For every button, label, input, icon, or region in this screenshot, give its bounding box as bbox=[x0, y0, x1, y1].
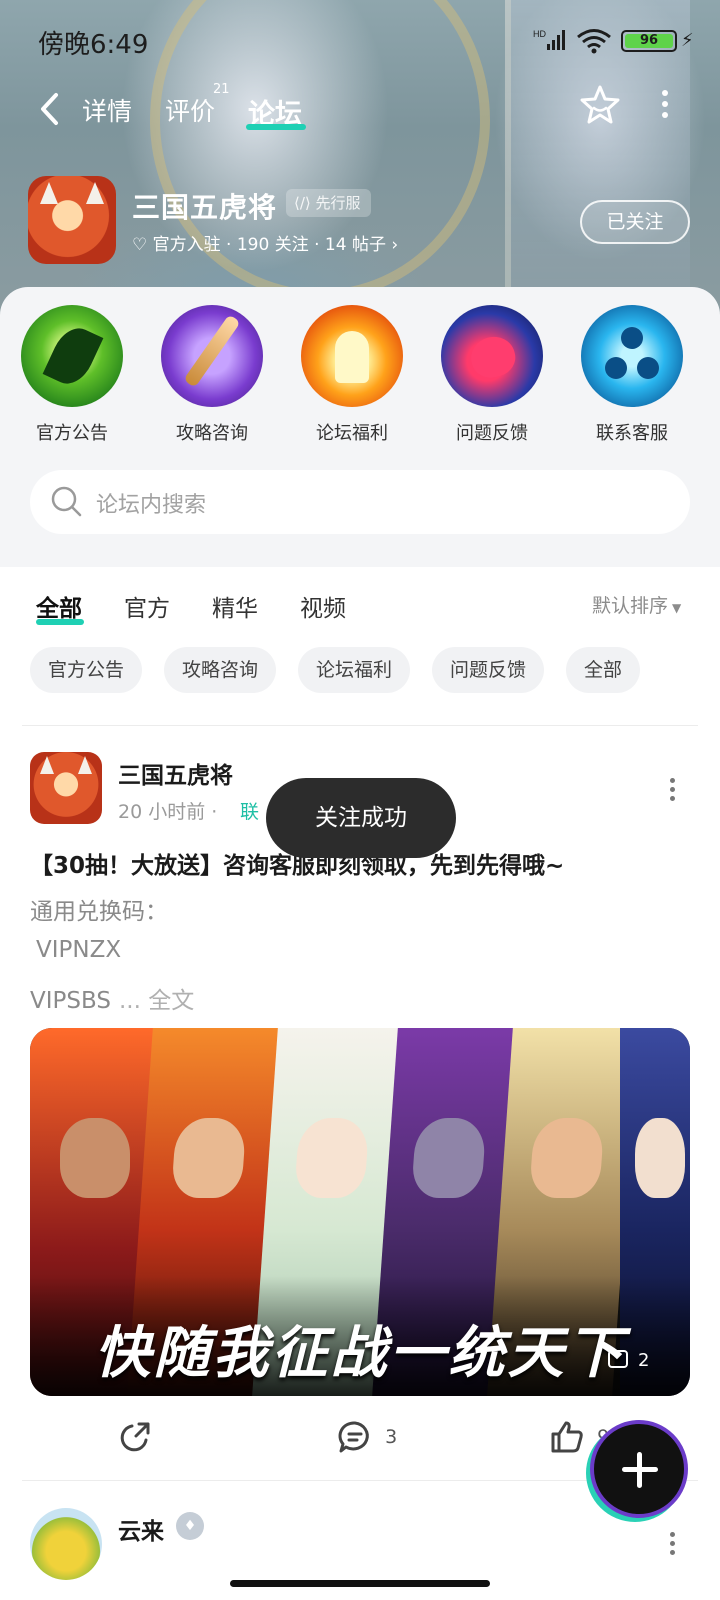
post-author[interactable]: 云来 bbox=[118, 1512, 164, 1546]
active-filter-indicator bbox=[36, 619, 84, 625]
post-filter-tabs: 全部 官方 精华 视频 默认排序 ▼ bbox=[0, 567, 720, 637]
author-avatar[interactable] bbox=[30, 752, 102, 824]
image-count-value: 2 bbox=[638, 1350, 650, 1371]
image-stack-icon bbox=[608, 1350, 628, 1368]
preview-server-tag: ⟨/⟩ 先行服 bbox=[286, 189, 371, 217]
filter-tab-featured[interactable]: 精华 bbox=[212, 589, 258, 623]
battery-level: 96 bbox=[625, 34, 673, 48]
divider bbox=[22, 725, 698, 726]
sort-label: 默认排序 bbox=[592, 595, 669, 617]
shortcut-label: 联系客服 bbox=[596, 423, 668, 444]
game-header-banner: 傍晚6:49 HD 96 ⚡ 详情 评价 21 论坛 三国五虎将 ⟨/⟩ 先行服… bbox=[0, 0, 720, 320]
review-count-badge: 21 bbox=[213, 82, 230, 97]
forum-search-input[interactable]: 论坛内搜索 bbox=[30, 470, 690, 534]
chip-feedback[interactable]: 问题反馈 bbox=[432, 647, 545, 693]
more-options-icon[interactable] bbox=[660, 90, 670, 123]
diamond-icon: ♡ bbox=[132, 235, 153, 255]
leaf-icon bbox=[21, 305, 123, 407]
shortcut-strategy[interactable]: 攻略咨询 bbox=[152, 305, 272, 445]
comment-count: 3 bbox=[385, 1426, 398, 1448]
tab-review[interactable]: 评价 bbox=[165, 92, 215, 128]
post-time: 20 小时前 · bbox=[118, 801, 218, 823]
chip-strategy[interactable]: 攻略咨询 bbox=[164, 647, 277, 693]
shortcut-customer-service[interactable]: 联系客服 bbox=[572, 305, 692, 445]
thumbs-up-icon bbox=[551, 1421, 583, 1453]
image-count: 2 bbox=[608, 1350, 649, 1371]
code-icon: ⟨/⟩ bbox=[294, 194, 316, 212]
status-time: 傍晚6:49 bbox=[38, 30, 149, 60]
sort-dropdown[interactable]: 默认排序 ▼ bbox=[592, 591, 681, 618]
shortcut-feedback[interactable]: 问题反馈 bbox=[432, 305, 552, 445]
filter-tab-video[interactable]: 视频 bbox=[300, 589, 346, 623]
shortcut-official-notice[interactable]: 官方公告 bbox=[12, 305, 132, 445]
tab-detail[interactable]: 详情 bbox=[82, 92, 132, 128]
game-meta-text: 官方入驻 · 190 关注 · 14 帖子 bbox=[152, 235, 386, 255]
wifi-icon bbox=[577, 29, 611, 54]
share-button[interactable] bbox=[118, 1420, 152, 1456]
game-icon bbox=[28, 176, 116, 264]
shortcut-benefits[interactable]: 论坛福利 bbox=[292, 305, 412, 445]
create-post-button[interactable] bbox=[590, 1420, 688, 1518]
back-arrow-icon[interactable] bbox=[38, 92, 60, 126]
status-bar: 傍晚6:49 HD 96 ⚡ bbox=[0, 0, 720, 84]
author-avatar[interactable] bbox=[30, 1508, 102, 1580]
game-meta[interactable]: ♡ 官方入驻 · 190 关注 · 14 帖子 › bbox=[132, 230, 398, 255]
active-tab-indicator bbox=[246, 124, 306, 130]
chip-official-notice[interactable]: 官方公告 bbox=[30, 647, 143, 693]
gift-glow-icon bbox=[301, 305, 403, 407]
preview-server-label: 先行服 bbox=[315, 194, 361, 212]
post-more-options-icon[interactable] bbox=[668, 778, 676, 805]
post-more-options-icon[interactable] bbox=[668, 1532, 676, 1559]
chevron-right-icon: › bbox=[385, 235, 399, 255]
orb-icon bbox=[581, 305, 683, 407]
charging-icon: ⚡ bbox=[681, 30, 694, 51]
verified-badge-icon: ♦ bbox=[176, 1512, 204, 1540]
comment-icon bbox=[338, 1421, 369, 1453]
post-body-text: VIPSBS bbox=[30, 988, 111, 1014]
game-name: 三国五虎将 bbox=[132, 191, 278, 224]
network-type: HD bbox=[533, 29, 546, 39]
shortcut-label: 官方公告 bbox=[36, 423, 108, 444]
chip-benefits[interactable]: 论坛福利 bbox=[298, 647, 411, 693]
toast-message: 关注成功 bbox=[266, 778, 456, 858]
post-author[interactable]: 三国五虎将 bbox=[118, 756, 233, 790]
comment-button[interactable]: 3 bbox=[338, 1420, 397, 1456]
search-icon bbox=[51, 486, 82, 517]
heart-icon bbox=[441, 305, 543, 407]
filter-tab-official[interactable]: 官方 bbox=[124, 589, 170, 623]
caret-down-icon: ▼ bbox=[672, 601, 682, 615]
post-image[interactable]: 快随我征战一统天下 2 bbox=[30, 1028, 690, 1396]
read-more-link[interactable]: ... 全文 bbox=[119, 988, 194, 1014]
post-source-link[interactable]: 联 bbox=[240, 797, 259, 824]
search-placeholder: 论坛内搜索 bbox=[96, 493, 207, 518]
top-nav: 详情 评价 21 论坛 bbox=[0, 80, 720, 136]
shortcut-label: 问题反馈 bbox=[456, 423, 528, 444]
forum-shortcut-panel: 官方公告 攻略咨询 论坛福利 问题反馈 联系客服 论坛内搜索 bbox=[0, 287, 720, 567]
home-indicator[interactable] bbox=[230, 1580, 490, 1587]
chip-all[interactable]: 全部 bbox=[566, 647, 641, 693]
favorite-star-icon[interactable] bbox=[580, 84, 620, 124]
shortcut-label: 攻略咨询 bbox=[176, 423, 248, 444]
post-body-line: VIPNZX bbox=[36, 937, 122, 963]
post-body-line: 通用兑换码： bbox=[30, 899, 168, 925]
category-chips: 官方公告 攻略咨询 论坛福利 问题反馈 全部 bbox=[0, 647, 720, 697]
signal-icon: HD bbox=[533, 29, 565, 50]
followed-button[interactable]: 已关注 bbox=[580, 200, 690, 244]
shortcut-label: 论坛福利 bbox=[316, 423, 388, 444]
image-slogan: 快随我征战一统天下 bbox=[94, 1320, 626, 1386]
post-body-line: VIPSBS ... 全文 bbox=[30, 981, 194, 1015]
filter-tab-all[interactable]: 全部 bbox=[36, 589, 82, 623]
sword-icon bbox=[161, 305, 263, 407]
share-icon bbox=[120, 1422, 150, 1452]
battery-icon: 96 bbox=[621, 30, 677, 52]
